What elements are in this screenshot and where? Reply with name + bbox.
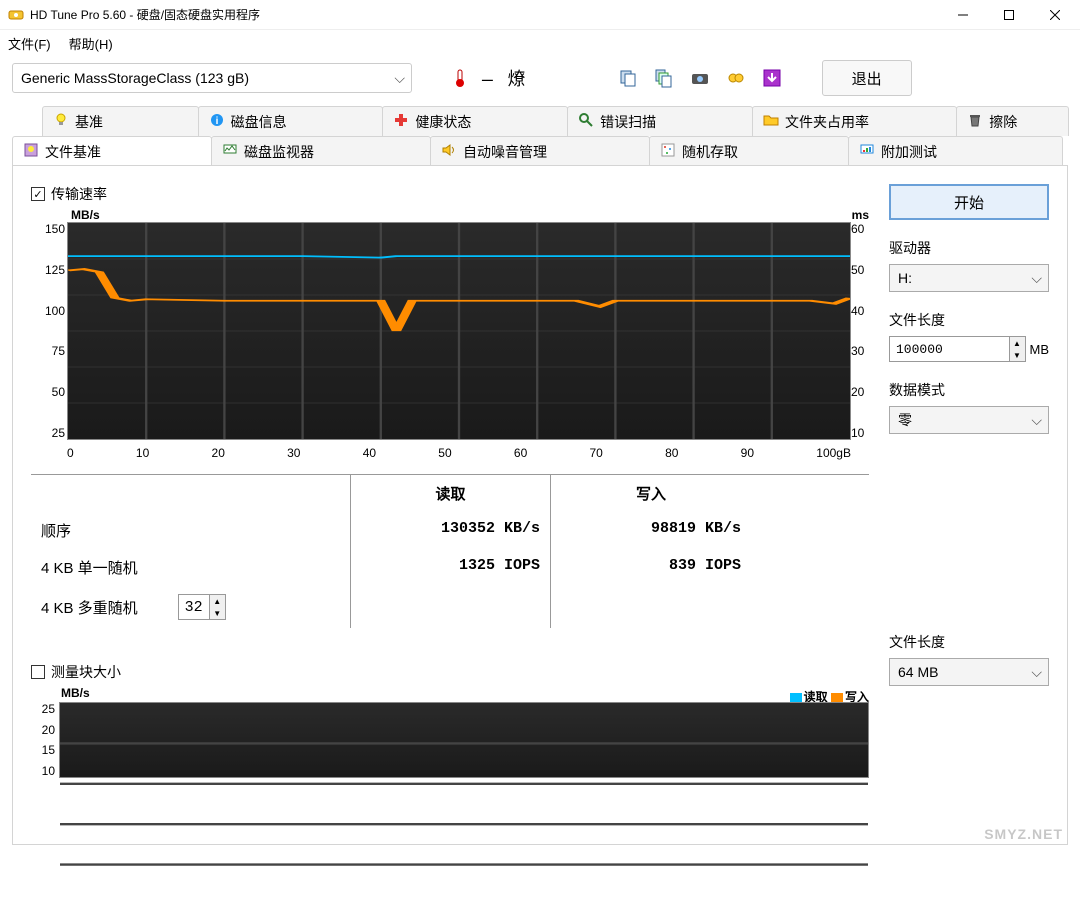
- dropdown-icon: ⌵: [1031, 270, 1042, 287]
- spinner-down-icon[interactable]: ▼: [210, 607, 225, 619]
- tab-monitor[interactable]: 磁盘监视器: [211, 136, 431, 166]
- transfer-rate-checkbox[interactable]: ✓ 传输速率: [31, 184, 869, 204]
- menu-file[interactable]: 文件(F): [8, 34, 51, 53]
- tab-content: ✓ 传输速率 MB/s ms 150125100755025 605040302…: [12, 165, 1068, 845]
- app-icon: [8, 7, 24, 23]
- maximize-button[interactable]: [986, 0, 1032, 30]
- tab-random[interactable]: 随机存取: [649, 136, 849, 166]
- tab-file-bulb[interactable]: 文件基准: [12, 136, 212, 166]
- search-icon: [578, 112, 594, 131]
- filelen2-label: 文件长度: [889, 632, 1049, 652]
- settings-icon[interactable]: [722, 64, 750, 92]
- copy-icon[interactable]: [614, 64, 642, 92]
- filelen2-select[interactable]: 64 MB⌵: [889, 658, 1049, 686]
- titlebar: HD Tune Pro 5.60 - 硬盘/固态硬盘实用程序: [0, 0, 1080, 30]
- tab-row-1: 基准i磁盘信息健康状态错误扫描文件夹占用率擦除: [42, 106, 1068, 136]
- block-size-checkbox[interactable]: 测量块大小: [31, 662, 869, 682]
- spinner-up-icon[interactable]: ▲: [1010, 337, 1025, 349]
- speaker-icon: [441, 142, 457, 161]
- drive-select-value: Generic MassStorageClass (123 gB): [21, 70, 249, 86]
- blocksize-chart: MB/s 读取 写入 25201510: [31, 688, 869, 778]
- tab-info[interactable]: i磁盘信息: [198, 106, 384, 136]
- write-header: 写入: [551, 475, 751, 512]
- exit-button[interactable]: 退出: [822, 60, 912, 96]
- checkbox-icon: ✓: [31, 187, 45, 201]
- temperature-icon[interactable]: [446, 64, 474, 92]
- tab-row-2: 文件基准磁盘监视器自动噪音管理随机存取附加测试: [12, 136, 1068, 166]
- pattern-label: 数据模式: [889, 380, 1049, 400]
- side-panel: 开始 驱动器 H:⌵ 文件长度 100000 ▲▼ MB 数据模式 零⌵ 文件长…: [889, 184, 1049, 778]
- svg-text:i: i: [215, 116, 218, 127]
- filelen-label: 文件长度: [889, 310, 1049, 330]
- seq-label: 顺序: [31, 512, 351, 549]
- drive-label: 驱动器: [889, 238, 1049, 258]
- drive-letter-select[interactable]: H:⌵: [889, 264, 1049, 292]
- info-icon: i: [209, 112, 225, 131]
- seq-write-value: 98819 KB/s: [551, 512, 751, 549]
- results-table: 读取 写入 顺序 130352 KB/s 98819 KB/s 4 KB 单一随…: [31, 474, 869, 628]
- trash-icon: [967, 112, 983, 131]
- tab-trash[interactable]: 擦除: [956, 106, 1069, 136]
- extra-icon: [859, 142, 875, 161]
- watermark: SMYZ.NET: [984, 826, 1063, 842]
- transfer-chart: MB/s ms 150125100755025 605040302010: [31, 210, 869, 460]
- temp-readout: — 燎: [482, 65, 528, 91]
- spinner-down-icon[interactable]: ▼: [1010, 349, 1025, 361]
- tab-bulb[interactable]: 基准: [42, 106, 199, 136]
- queue-depth-spinner[interactable]: 32 ▲▼: [178, 594, 226, 620]
- tab-folder[interactable]: 文件夹占用率: [752, 106, 957, 136]
- file-bulb-icon: [23, 142, 39, 161]
- rand4kmulti-label: 4 KB 多重随机: [41, 597, 138, 618]
- window-title: HD Tune Pro 5.60 - 硬盘/固态硬盘实用程序: [30, 6, 940, 23]
- dropdown-icon: ⌵: [394, 70, 405, 87]
- rand4k-read-value: 1325 IOPS: [351, 549, 551, 586]
- read-header: 读取: [351, 475, 551, 512]
- close-button[interactable]: [1032, 0, 1078, 30]
- dropdown-icon: ⌵: [1031, 412, 1042, 429]
- bulb-icon: [53, 112, 69, 131]
- drive-select[interactable]: Generic MassStorageClass (123 gB) ⌵: [12, 63, 412, 93]
- monitor-icon: [222, 142, 238, 161]
- menubar: 文件(F) 帮助(H): [0, 30, 1080, 56]
- dropdown-icon: ⌵: [1031, 664, 1042, 681]
- minimize-button[interactable]: [940, 0, 986, 30]
- tab-speaker[interactable]: 自动噪音管理: [430, 136, 650, 166]
- copy-all-icon[interactable]: [650, 64, 678, 92]
- plus-icon: [393, 112, 409, 131]
- tab-extra[interactable]: 附加测试: [848, 136, 1063, 166]
- screenshot-icon[interactable]: [686, 64, 714, 92]
- pattern-select[interactable]: 零⌵: [889, 406, 1049, 434]
- chart-plot-area: [67, 222, 851, 440]
- menu-help[interactable]: 帮助(H): [69, 34, 113, 53]
- seq-read-value: 130352 KB/s: [351, 512, 551, 549]
- random-icon: [660, 142, 676, 161]
- rand4k-label: 4 KB 单一随机: [31, 549, 351, 586]
- spinner-up-icon[interactable]: ▲: [210, 595, 225, 607]
- save-icon[interactable]: [758, 64, 786, 92]
- folder-icon: [763, 112, 779, 131]
- toolbar: Generic MassStorageClass (123 gB) ⌵ — 燎 …: [0, 56, 1080, 100]
- tab-plus[interactable]: 健康状态: [382, 106, 568, 136]
- tab-search[interactable]: 错误扫描: [567, 106, 753, 136]
- filelen-spinner[interactable]: 100000 ▲▼: [889, 336, 1026, 362]
- chart-ylabel-left: MB/s: [71, 208, 100, 222]
- checkbox-icon: [31, 665, 45, 679]
- start-button[interactable]: 开始: [889, 184, 1049, 220]
- rand4k-write-value: 839 IOPS: [551, 549, 751, 586]
- chart-ylabel-right: ms: [852, 208, 869, 222]
